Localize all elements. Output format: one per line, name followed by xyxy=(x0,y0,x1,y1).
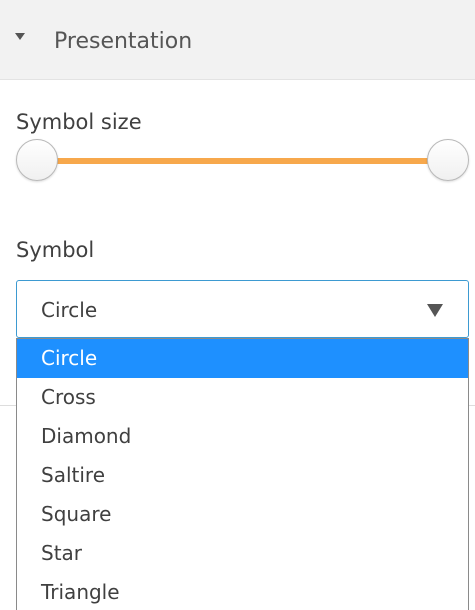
option-star[interactable]: Star xyxy=(17,534,468,573)
symbol-size-label: Symbol size xyxy=(16,110,142,134)
symbol-options-list[interactable]: Circle Cross Diamond Saltire Square Star… xyxy=(16,338,469,610)
option-triangle[interactable]: Triangle xyxy=(17,573,468,610)
slider-track[interactable] xyxy=(40,158,445,164)
section-title: Presentation xyxy=(54,29,193,54)
symbol-select-value: Circle xyxy=(41,298,98,322)
option-saltire[interactable]: Saltire xyxy=(17,456,468,495)
option-square[interactable]: Square xyxy=(17,495,468,534)
option-cross[interactable]: Cross xyxy=(17,378,468,417)
option-circle[interactable]: Circle xyxy=(17,339,468,378)
option-diamond[interactable]: Diamond xyxy=(17,417,468,456)
dropdown-arrow-icon xyxy=(427,304,443,317)
slider-handle-min[interactable] xyxy=(16,139,58,181)
symbol-label: Symbol xyxy=(16,238,95,262)
section-header-presentation[interactable]: Presentation xyxy=(0,0,475,80)
symbol-size-range-slider[interactable] xyxy=(16,138,469,184)
slider-handle-max[interactable] xyxy=(427,139,469,181)
caret-down-icon xyxy=(15,33,25,40)
symbol-select[interactable]: Circle xyxy=(16,280,469,338)
